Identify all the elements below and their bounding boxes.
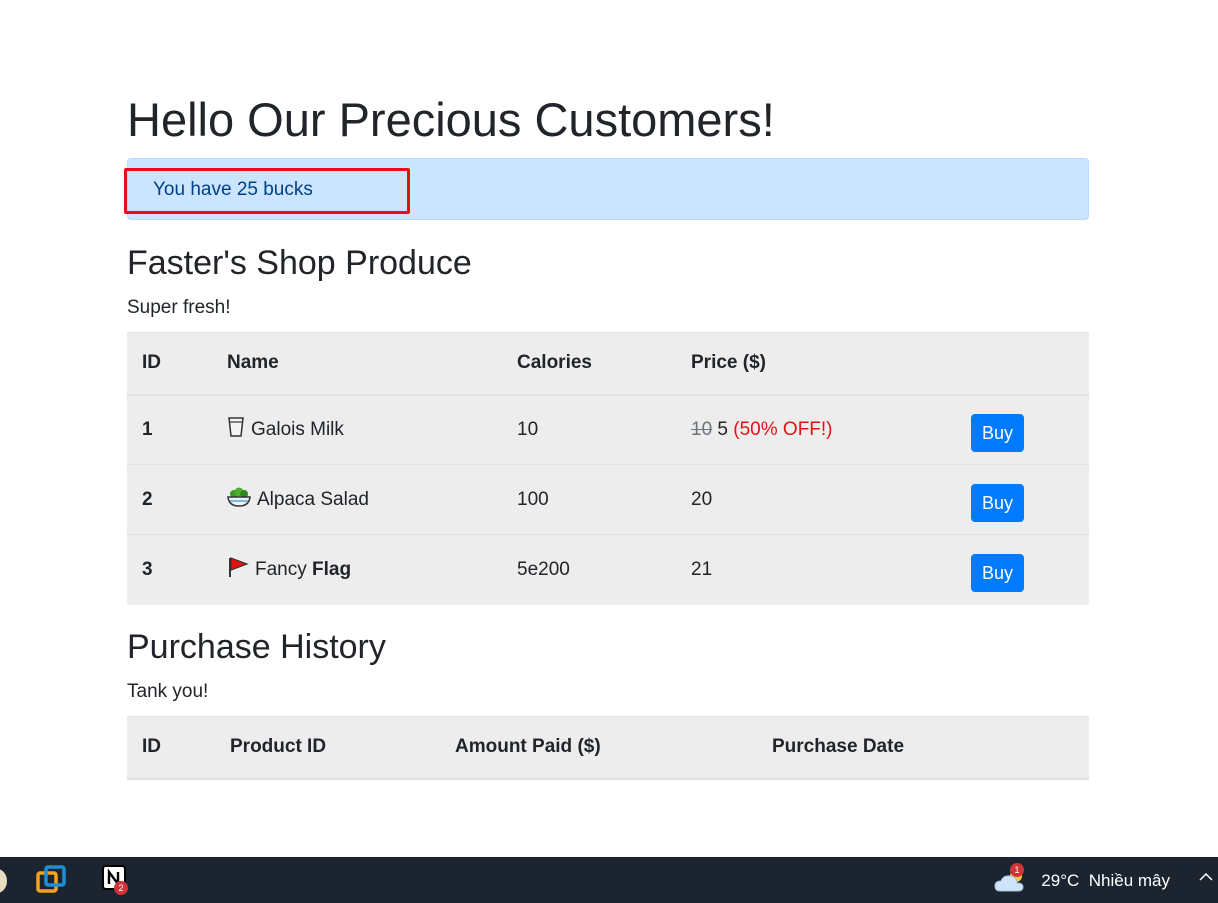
product-name: Alpaca Salad: [257, 488, 369, 510]
buy-button[interactable]: Buy: [971, 553, 1025, 592]
history-table: ID Product ID Amount Paid ($) Purchase D…: [127, 716, 1089, 780]
sale-price: 5: [717, 418, 728, 440]
table-row: 2 Alpaca Salad 100 20 Buy: [127, 464, 1089, 535]
row-calories: 100: [502, 464, 676, 535]
column-header-id: ID: [127, 716, 215, 780]
notion-badge: 2: [114, 881, 128, 895]
weather-badge: 1: [1010, 863, 1024, 877]
column-header-id: ID: [127, 332, 212, 396]
annotation-highlight-box: [124, 168, 410, 214]
page-title: Hello Our Precious Customers!: [127, 93, 775, 146]
product-name: Galois Milk: [251, 418, 344, 440]
row-action: Buy: [956, 394, 1089, 465]
column-header-amount-paid: Amount Paid ($): [440, 716, 757, 780]
table-row: 1 Galois Milk 10 10 5 (50% OFF!) Buy: [127, 394, 1089, 465]
column-header-calories: Calories: [502, 332, 676, 396]
notion-icon[interactable]: 2: [102, 865, 132, 895]
row-name: Alpaca Salad: [212, 464, 502, 535]
product-name: Fancy: [255, 558, 307, 580]
weather-widget[interactable]: 29°C Nhiều mây: [1041, 871, 1170, 891]
row-price: 10 5 (50% OFF!): [676, 394, 956, 465]
row-calories: 5e200: [502, 534, 676, 605]
row-price: 20: [676, 464, 956, 535]
red-flag-icon: [227, 556, 249, 584]
row-calories: 10: [502, 394, 676, 465]
produce-table: ID Name Calories Price ($) 1 Galois Milk…: [127, 332, 1089, 605]
row-name: Galois Milk: [212, 394, 502, 465]
buy-button[interactable]: Buy: [971, 413, 1025, 452]
column-header-name: Name: [212, 332, 502, 396]
row-action: Buy: [956, 534, 1089, 605]
table-header-row: ID Name Calories Price ($): [127, 332, 1089, 396]
buy-button[interactable]: Buy: [971, 483, 1025, 522]
original-price: 10: [691, 418, 713, 440]
produce-heading: Faster's Shop Produce: [127, 244, 472, 282]
taskbar: 2 1 29°C Nhiều mây: [0, 857, 1218, 903]
column-header-action: [956, 332, 1089, 396]
weather-text: Nhiều mây: [1088, 871, 1170, 890]
row-price: 21: [676, 534, 956, 605]
row-id: 1: [127, 394, 212, 465]
column-header-price: Price ($): [676, 332, 956, 396]
milk-glass-icon: [227, 416, 245, 444]
row-id: 3: [127, 534, 212, 605]
column-header-product-id: Product ID: [215, 716, 440, 780]
app-edge-icon[interactable]: [0, 867, 8, 897]
chevron-up-icon[interactable]: [1198, 869, 1214, 890]
row-id: 2: [127, 464, 212, 535]
produce-subtitle: Super fresh!: [127, 297, 231, 318]
cloudy-icon[interactable]: 1: [994, 863, 1026, 897]
temperature-text: 29°C: [1041, 871, 1080, 890]
history-heading: Purchase History: [127, 628, 386, 666]
column-header-purchase-date: Purchase Date: [757, 716, 1089, 780]
product-name-bold: Flag: [312, 558, 352, 580]
history-subtitle: Tank you!: [127, 681, 209, 702]
discount-label: (50% OFF!): [733, 418, 833, 440]
salad-bowl-icon: [227, 486, 251, 514]
row-name: Fancy Flag: [212, 534, 502, 605]
table-header-row: ID Product ID Amount Paid ($) Purchase D…: [127, 716, 1089, 780]
row-action: Buy: [956, 464, 1089, 535]
table-row: 3 Fancy Flag 5e200 21 Buy: [127, 534, 1089, 605]
vmware-icon[interactable]: [36, 865, 66, 895]
